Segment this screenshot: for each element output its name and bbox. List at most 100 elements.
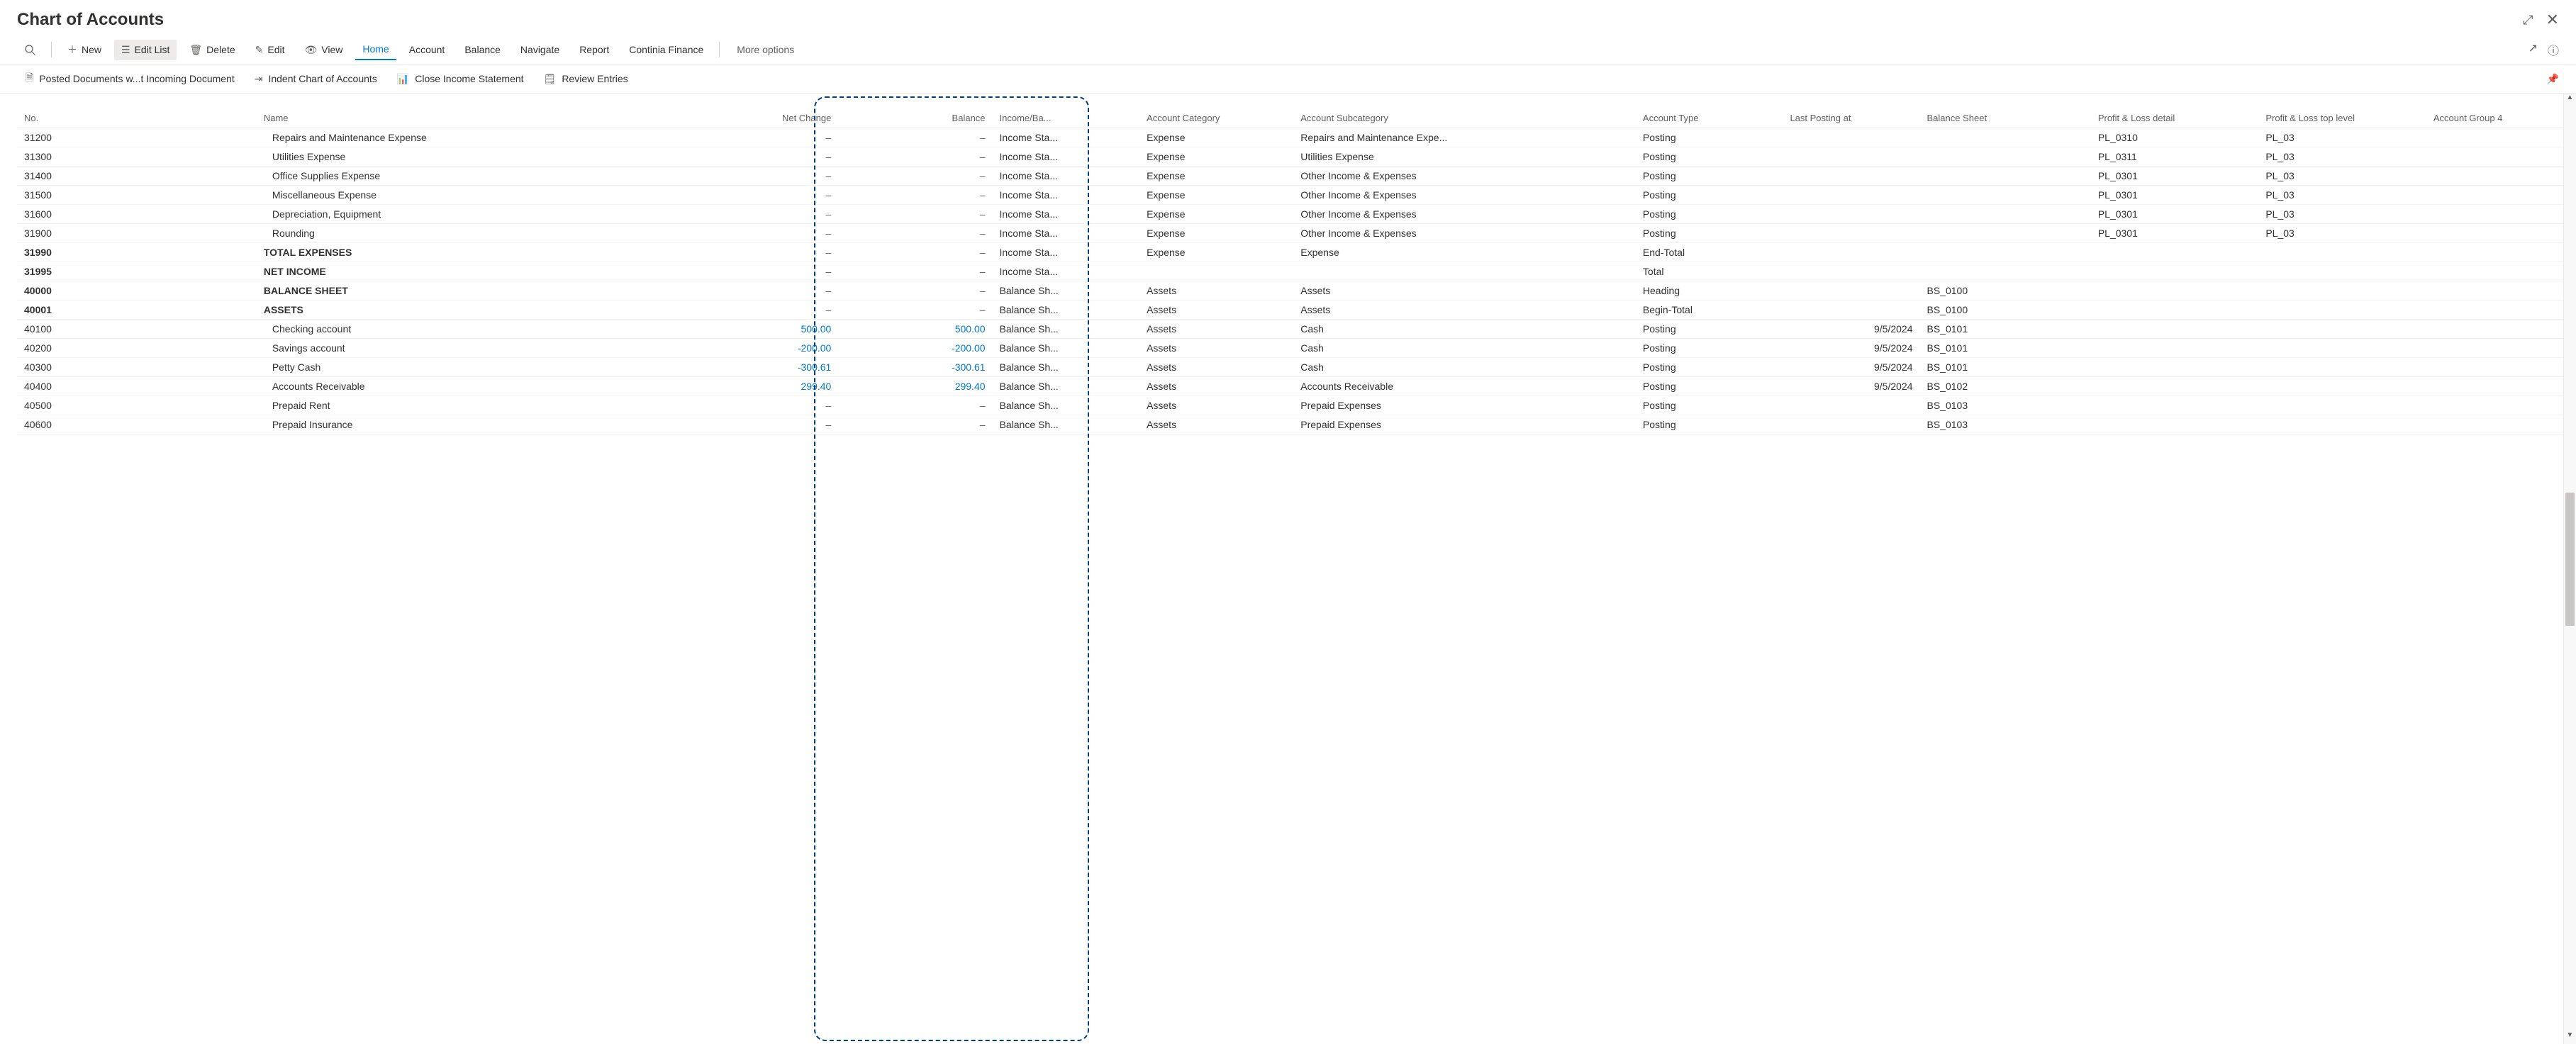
review-entries-button[interactable]: 🗒Review Entries [544, 73, 628, 85]
cell-income-bal[interactable]: Income Sta... [993, 262, 1140, 281]
cell-pl-top[interactable]: PL_03 [2258, 185, 2426, 204]
cell-net-change[interactable]: -200.00 [684, 338, 838, 357]
indent-chart-button[interactable]: ⇥Indent Chart of Accounts [255, 73, 377, 85]
cell-net-change[interactable]: – [684, 242, 838, 262]
cell-pl-detail[interactable]: PL_0301 [2091, 185, 2259, 204]
cell-subcategory[interactable]: Other Income & Expenses [1293, 166, 1636, 185]
cell-balance[interactable]: – [838, 281, 992, 300]
cell-name[interactable]: Accounts Receivable [257, 376, 684, 395]
cell-no[interactable]: 40400 [17, 376, 205, 395]
cell-balance-sheet[interactable]: BS_0101 [1920, 338, 2091, 357]
cell-last-posting[interactable] [1783, 147, 1919, 166]
table-row[interactable]: 31900Rounding––Income Sta...ExpenseOther… [17, 223, 2563, 242]
cell-net-change[interactable]: – [684, 223, 838, 242]
cell-pl-detail[interactable] [2091, 281, 2259, 300]
cell-category[interactable]: Expense [1139, 128, 1293, 147]
cell-pl-detail[interactable]: PL_0301 [2091, 204, 2259, 223]
navigate-tab[interactable]: Navigate [513, 40, 567, 60]
col-balance-sheet[interactable]: Balance Sheet [1920, 94, 2091, 128]
pin-icon[interactable]: 📌 [2547, 73, 2559, 84]
cell-type[interactable]: End-Total [1636, 242, 1783, 262]
cell-last-posting[interactable] [1783, 415, 1919, 434]
cell-category[interactable]: Expense [1139, 242, 1293, 262]
posted-documents-button[interactable]: 🗎Posted Documents w...t Incoming Documen… [26, 70, 235, 87]
table-row[interactable]: 40300Petty Cash-300.61-300.61Balance Sh.… [17, 357, 2563, 376]
cell-selector[interactable] [205, 300, 256, 319]
cell-last-posting[interactable] [1783, 395, 1919, 415]
cell-last-posting[interactable] [1783, 300, 1919, 319]
col-net-change[interactable]: Net Change [684, 94, 838, 128]
cell-net-change[interactable]: 500.00 [684, 319, 838, 338]
cell-category[interactable]: Assets [1139, 300, 1293, 319]
cell-type[interactable]: Posting [1636, 223, 1783, 242]
col-name[interactable]: Name [257, 94, 684, 128]
cell-name[interactable]: Repairs and Maintenance Expense [257, 128, 684, 147]
cell-category[interactable]: Expense [1139, 204, 1293, 223]
col-pl-top[interactable]: Profit & Loss top level [2258, 94, 2426, 128]
cell-type[interactable]: Posting [1636, 128, 1783, 147]
cell-no[interactable]: 31200 [17, 128, 205, 147]
cell-acct-group4[interactable] [2426, 185, 2563, 204]
accounts-grid[interactable]: No. Name Net Change Balance Income/Ba...… [17, 94, 2563, 1044]
view-button[interactable]: 👁View [298, 40, 350, 60]
cell-no[interactable]: 31300 [17, 147, 205, 166]
cell-pl-top[interactable]: PL_03 [2258, 204, 2426, 223]
cell-last-posting[interactable] [1783, 281, 1919, 300]
cell-pl-detail[interactable]: PL_0301 [2091, 223, 2259, 242]
cell-acct-group4[interactable] [2426, 395, 2563, 415]
cell-income-bal[interactable]: Income Sta... [993, 147, 1140, 166]
scroll-up-icon[interactable]: ▲ [2564, 94, 2576, 106]
cell-name[interactable]: Prepaid Insurance [257, 415, 684, 434]
cell-income-bal[interactable]: Balance Sh... [993, 300, 1140, 319]
cell-pl-detail[interactable] [2091, 262, 2259, 281]
cell-last-posting[interactable]: 9/5/2024 [1783, 357, 1919, 376]
cell-balance[interactable]: -200.00 [838, 338, 992, 357]
cell-income-bal[interactable]: Income Sta... [993, 166, 1140, 185]
cell-net-change[interactable]: – [684, 204, 838, 223]
cell-name[interactable]: Prepaid Rent [257, 395, 684, 415]
col-subcategory[interactable]: Account Subcategory [1293, 94, 1636, 128]
cell-category[interactable]: Expense [1139, 223, 1293, 242]
cell-balance[interactable]: – [838, 262, 992, 281]
cell-pl-top[interactable] [2258, 242, 2426, 262]
cell-income-bal[interactable]: Balance Sh... [993, 376, 1140, 395]
cell-category[interactable]: Expense [1139, 185, 1293, 204]
restore-down-icon[interactable]: ⤢ [2523, 13, 2533, 28]
cell-pl-detail[interactable] [2091, 415, 2259, 434]
cell-balance-sheet[interactable]: BS_0101 [1920, 319, 2091, 338]
col-category[interactable]: Account Category [1139, 94, 1293, 128]
cell-balance[interactable]: – [838, 300, 992, 319]
scroll-thumb[interactable] [2565, 493, 2575, 626]
cell-acct-group4[interactable] [2426, 415, 2563, 434]
cell-balance[interactable]: – [838, 147, 992, 166]
cell-pl-detail[interactable]: PL_0301 [2091, 166, 2259, 185]
cell-acct-group4[interactable] [2426, 357, 2563, 376]
cell-acct-group4[interactable] [2426, 166, 2563, 185]
cell-pl-top[interactable]: PL_03 [2258, 147, 2426, 166]
cell-selector[interactable] [205, 376, 256, 395]
cell-no[interactable]: 40100 [17, 319, 205, 338]
cell-net-change[interactable]: – [684, 395, 838, 415]
cell-category[interactable]: Assets [1139, 357, 1293, 376]
cell-last-posting[interactable]: 9/5/2024 [1783, 376, 1919, 395]
table-row[interactable]: 31500Miscellaneous Expense––Income Sta..… [17, 185, 2563, 204]
cell-net-change[interactable]: – [684, 300, 838, 319]
cell-selector[interactable] [205, 204, 256, 223]
report-tab[interactable]: Report [572, 40, 616, 60]
cell-last-posting[interactable] [1783, 128, 1919, 147]
cell-type[interactable]: Posting [1636, 319, 1783, 338]
col-acct-group4[interactable]: Account Group 4 [2426, 94, 2563, 128]
cell-balance[interactable]: – [838, 395, 992, 415]
cell-selector[interactable] [205, 166, 256, 185]
cell-name[interactable]: Petty Cash [257, 357, 684, 376]
cell-name[interactable]: BALANCE SHEET [257, 281, 684, 300]
table-row[interactable]: 40600Prepaid Insurance––Balance Sh...Ass… [17, 415, 2563, 434]
cell-balance-sheet[interactable]: BS_0103 [1920, 395, 2091, 415]
cell-acct-group4[interactable] [2426, 204, 2563, 223]
cell-balance-sheet[interactable]: BS_0102 [1920, 376, 2091, 395]
cell-balance-sheet[interactable]: BS_0103 [1920, 415, 2091, 434]
cell-pl-detail[interactable]: PL_0311 [2091, 147, 2259, 166]
cell-balance-sheet[interactable] [1920, 223, 2091, 242]
cell-pl-top[interactable] [2258, 300, 2426, 319]
cell-category[interactable]: Assets [1139, 319, 1293, 338]
